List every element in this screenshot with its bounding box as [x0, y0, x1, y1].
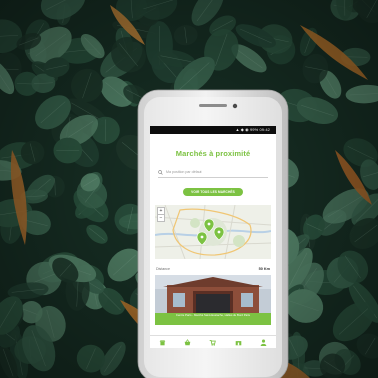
phone-screen: ▲ ◆ ◉ 99% 09:42 Marchés à proximité Ma p…	[150, 126, 276, 348]
cart-icon[interactable]	[209, 339, 217, 346]
market-card[interactable]: Centre Paris - Marché Saint-Eustache, Ha…	[155, 275, 271, 325]
distance-label: Distance	[156, 267, 170, 271]
map-zoom-control[interactable]: + −	[157, 207, 165, 222]
front-camera	[232, 103, 238, 109]
basket-icon[interactable]	[184, 338, 191, 346]
user-icon[interactable]	[260, 339, 267, 346]
map-drawing	[155, 205, 271, 259]
distance-filter[interactable]: Distance 50 Km	[156, 267, 270, 271]
distance-value[interactable]: 50 Km	[259, 267, 270, 271]
photo-scene: ▲ ◆ ◉ 99% 09:42 Marchés à proximité Ma p…	[0, 0, 378, 378]
market-icon[interactable]	[159, 339, 166, 346]
market-caption: Centre Paris - Marché Saint-Eustache, Ha…	[155, 312, 271, 325]
store-icon[interactable]	[235, 339, 242, 346]
search-icon	[158, 169, 163, 175]
status-bar: ▲ ◆ ◉ 99% 09:42	[150, 126, 276, 134]
speaker-grille	[199, 104, 227, 107]
bottom-tab-bar	[150, 335, 276, 348]
markets-map[interactable]: + −	[155, 205, 271, 259]
page-title: Marchés à proximité	[175, 149, 251, 158]
all-markets-button[interactable]: VOIR TOUS LES MARCHÉS	[183, 188, 243, 196]
location-search-input[interactable]: Ma position par défaut	[158, 167, 268, 178]
zoom-out-icon[interactable]: −	[158, 214, 164, 221]
search-placeholder: Ma position par défaut	[166, 170, 202, 174]
